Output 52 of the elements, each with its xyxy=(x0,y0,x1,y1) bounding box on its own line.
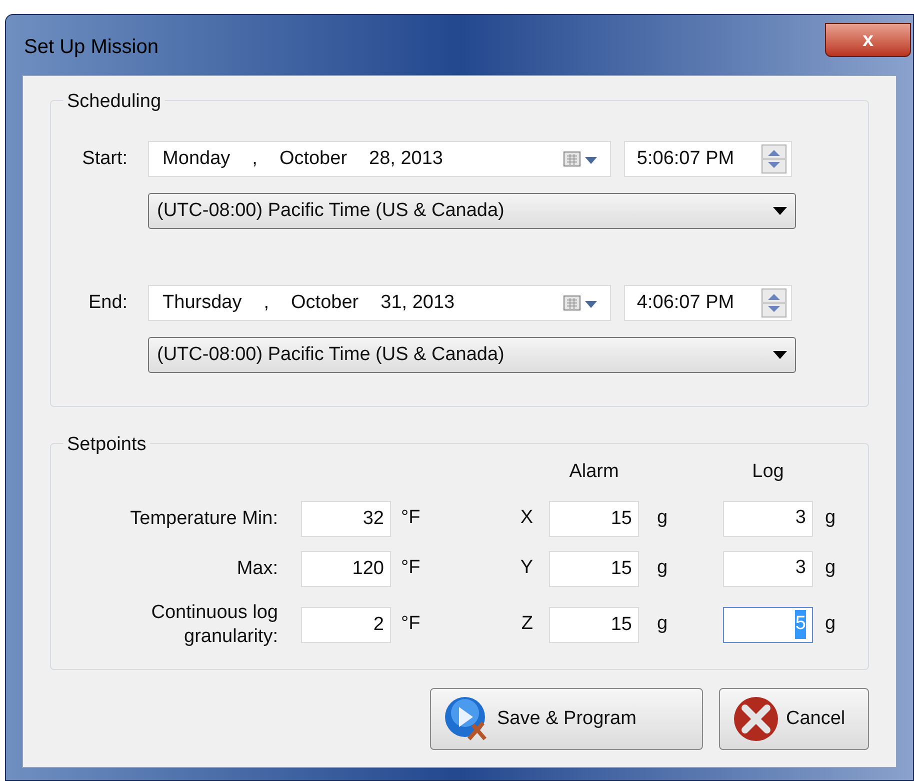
unit-label: g xyxy=(656,612,669,636)
date-part: October xyxy=(279,146,348,171)
caret-icon xyxy=(773,207,787,215)
date-part: Monday xyxy=(162,146,230,171)
time-picker[interactable]: 5:06:07 PM xyxy=(624,141,792,177)
date-part: , xyxy=(264,290,270,315)
cancel-x-icon xyxy=(732,695,780,743)
unit-label: g xyxy=(656,556,669,580)
date-part: 31, 2013 xyxy=(380,290,455,315)
unit-label: °F xyxy=(400,612,422,636)
setpoint-label: Temperature Min: xyxy=(129,506,279,530)
axis-label: Y xyxy=(520,556,534,580)
alarm-input[interactable]: 15 xyxy=(549,550,639,586)
log-input[interactable]: 3 xyxy=(723,550,813,586)
time-value: 4:06:07 PM xyxy=(636,290,734,315)
alarm-input[interactable]: 15 xyxy=(549,606,639,642)
unit-label: g xyxy=(824,612,837,636)
date-part: October xyxy=(291,290,359,315)
time-picker[interactable]: 4:06:07 PM xyxy=(624,285,792,321)
date-part: 28, 2013 xyxy=(369,146,443,171)
timezone-dropdown[interactable]: (UTC-08:00) Pacific Time (US & Canada) xyxy=(148,337,796,373)
unit-label: °F xyxy=(400,506,422,530)
spinner-arrows-icon[interactable] xyxy=(761,144,787,174)
caret-icon xyxy=(773,351,787,359)
dialog-button[interactable]: Cancel xyxy=(719,688,869,750)
temperature-input[interactable]: 32 xyxy=(301,500,391,536)
close-button[interactable]: x xyxy=(825,23,911,57)
temperature-input[interactable]: 2 xyxy=(301,606,391,642)
unit-label: g xyxy=(824,556,837,580)
date-picker[interactable]: Monday , October 28, 2013 xyxy=(148,141,611,177)
axis-label: Z xyxy=(521,612,534,636)
unit-label: g xyxy=(824,506,837,530)
setpoint-label: Continuous log granularity: xyxy=(150,600,279,648)
date-part: Thursday xyxy=(162,290,242,315)
date-part: , xyxy=(252,146,258,171)
date-picker[interactable]: Thursday , October 31, 2013 xyxy=(148,285,611,321)
window-title: Set Up Mission xyxy=(24,35,158,60)
dialog-button[interactable]: Save & Program xyxy=(430,688,703,750)
field-label: Start: xyxy=(81,146,129,171)
alarm-input[interactable]: 15 xyxy=(549,500,639,536)
column-header: Alarm xyxy=(568,460,620,484)
field-label: End: xyxy=(87,290,129,315)
spinner-arrows-icon[interactable] xyxy=(761,288,787,318)
unit-label: g xyxy=(656,506,669,530)
setpoint-label: Max: xyxy=(236,556,279,580)
time-value: 5:06:07 PM xyxy=(636,146,734,171)
axis-label: X xyxy=(520,506,534,530)
column-header: Log xyxy=(751,460,785,484)
timezone-dropdown[interactable]: (UTC-08:00) Pacific Time (US & Canada) xyxy=(148,193,796,229)
unit-label: °F xyxy=(400,556,422,580)
log-input[interactable]: 3 xyxy=(723,500,813,536)
temperature-input[interactable]: 120 xyxy=(301,550,391,586)
